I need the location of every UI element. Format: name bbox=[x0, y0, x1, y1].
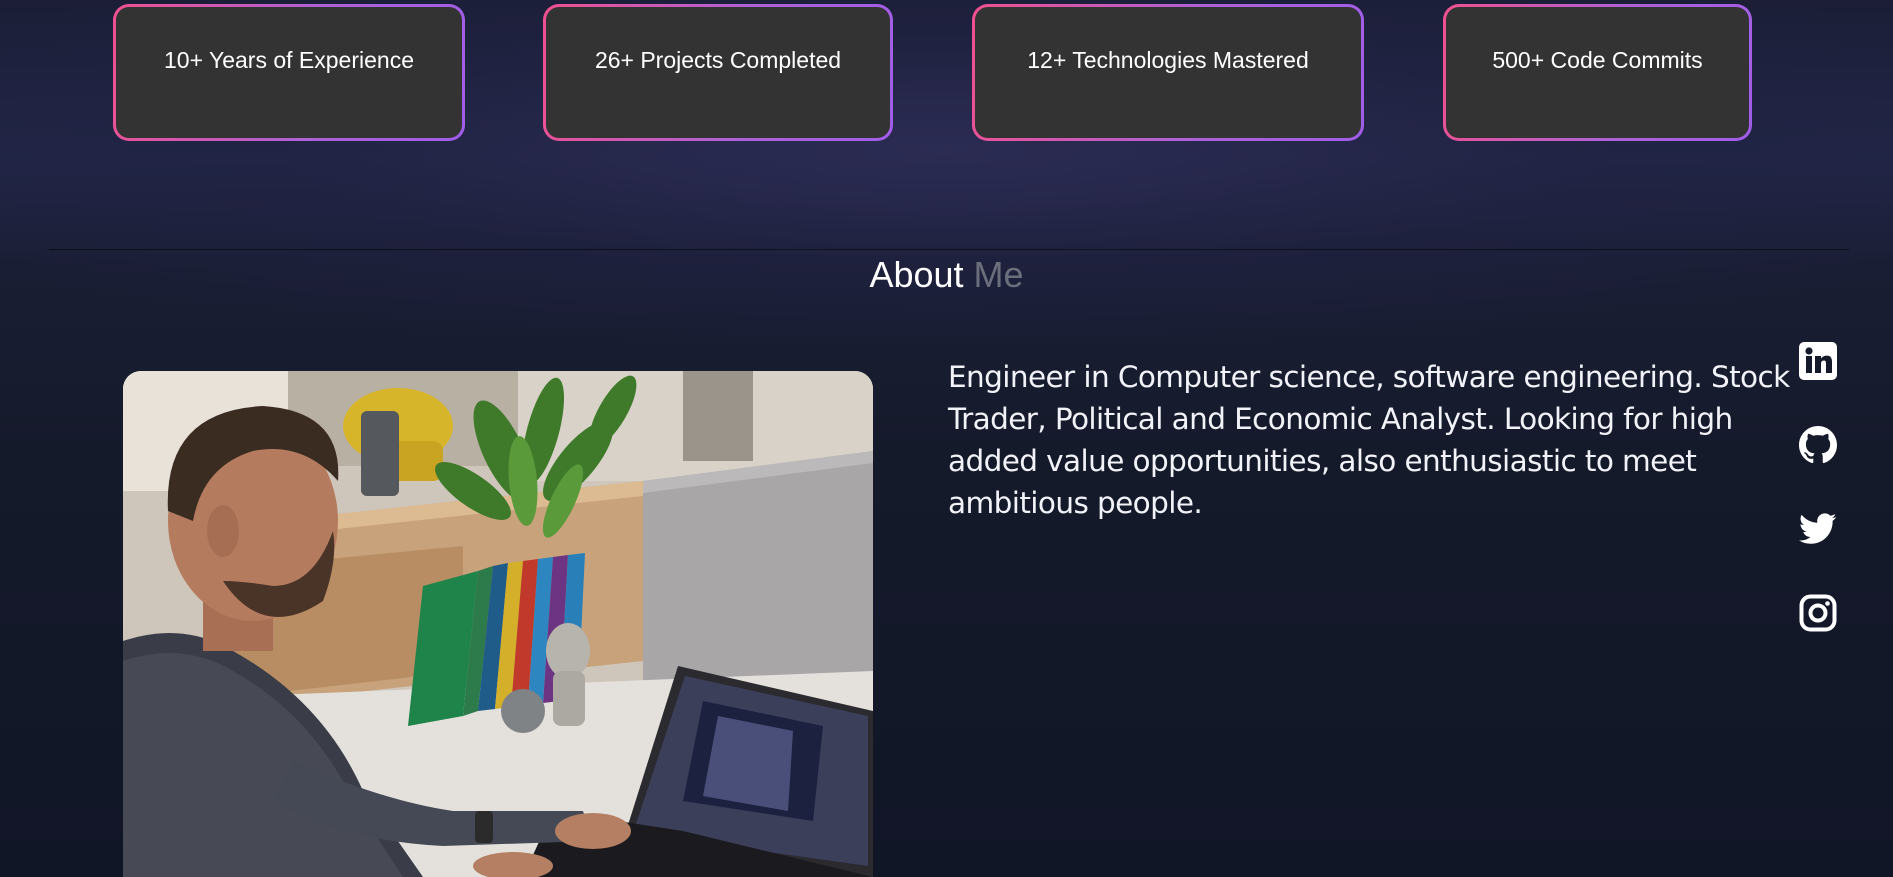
title-primary: About bbox=[869, 254, 964, 295]
twitter-icon[interactable] bbox=[1797, 508, 1839, 550]
stat-label: 500+ Code Commits bbox=[1492, 47, 1703, 73]
stat-label: 26+ Projects Completed bbox=[594, 47, 842, 73]
stat-label: 12+ Technologies Mastered bbox=[1027, 47, 1309, 73]
stat-label: 10+ Years of Experience bbox=[164, 47, 414, 73]
stat-card-experience: 10+ Years of Experience bbox=[113, 4, 465, 141]
section-divider bbox=[49, 249, 1849, 250]
profile-photo bbox=[123, 371, 873, 877]
instagram-icon[interactable] bbox=[1797, 592, 1839, 634]
stat-card-commits: 500+ Code Commits bbox=[1443, 4, 1752, 141]
stat-card-projects: 26+ Projects Completed bbox=[543, 4, 893, 141]
about-bio: Engineer in Computer science, software e… bbox=[948, 360, 1790, 520]
about-section-title: About Me bbox=[0, 254, 1893, 296]
github-icon[interactable] bbox=[1797, 424, 1839, 466]
stat-card-technologies: 12+ Technologies Mastered bbox=[972, 4, 1364, 141]
linkedin-icon[interactable] bbox=[1797, 340, 1839, 382]
title-secondary: Me bbox=[973, 254, 1024, 295]
